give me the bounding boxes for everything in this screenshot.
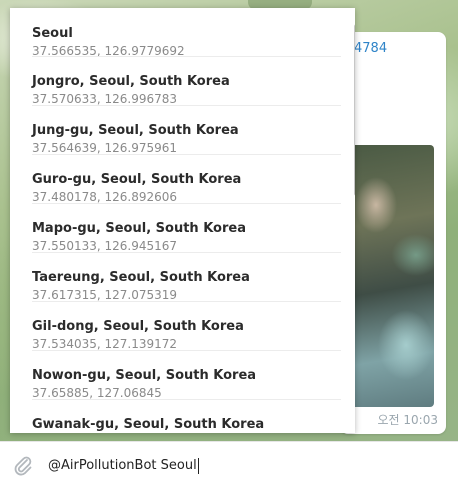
result-coords: 37.534035, 127.139172 [32,337,178,351]
result-item[interactable]: Gil-dong, Seoul, South Korea 37.534035, … [10,302,355,351]
message-timestamp: 오전 10:03 [377,413,438,427]
result-title: Jongro, Seoul, South Korea [32,74,230,89]
result-title: Gwanak-gu, Seoul, South Korea [32,417,265,432]
result-coords: 37.550133, 126.945167 [32,239,178,253]
result-item[interactable]: Guro-gu, Seoul, South Korea 37.480178, 1… [10,155,355,204]
message-input-text: @AirPollutionBot Seoul [48,458,197,473]
result-item[interactable]: Nowon-gu, Seoul, South Korea 37.65885, 1… [10,351,355,400]
result-title: Jung-gu, Seoul, South Korea [32,123,239,138]
result-item[interactable]: Taereung, Seoul, South Korea 37.617315, … [10,253,355,302]
inline-results-list: Seoul 37.566535, 126.9779692 Jongro, Seo… [10,8,355,433]
result-coords: 37.480178, 126.892606 [32,190,178,204]
inline-results-dropdown: Seoul 37.566535, 126.9779692 Jongro, Seo… [10,8,355,433]
result-title: Gil-dong, Seoul, South Korea [32,319,244,334]
attach-button[interactable] [10,453,36,479]
message-composer: @AirPollutionBot Seoul [0,441,458,489]
result-item[interactable]: Seoul 37.566535, 126.9779692 [10,8,355,58]
result-item[interactable]: Gwanak-gu, Seoul, South Korea [10,400,355,433]
message-photo[interactable] [346,145,434,407]
result-title: Taereung, Seoul, South Korea [32,270,250,285]
message-link[interactable]: 4784 [354,41,387,57]
result-coords: 37.570633, 126.996783 [32,92,178,106]
result-coords: 37.617315, 127.075319 [32,288,178,302]
result-coords: 37.564639, 126.975961 [32,141,178,155]
text-caret [197,457,199,474]
message-input[interactable]: @AirPollutionBot Seoul [48,442,448,489]
result-item[interactable]: Mapo-gu, Seoul, South Korea 37.550133, 1… [10,204,355,253]
paperclip-icon [14,456,32,476]
result-title: Seoul [32,26,73,41]
result-title: Nowon-gu, Seoul, South Korea [32,368,257,383]
results-scrollbar[interactable] [354,24,355,196]
result-item[interactable]: Jongro, Seoul, South Korea 37.570633, 12… [10,57,355,106]
chat-window: 4784 오전 10:03 Seoul 37.566535, 126.97796… [0,0,458,489]
result-coords: 37.65885, 127.06845 [32,386,162,400]
result-item[interactable]: Jung-gu, Seoul, South Korea 37.564639, 1… [10,106,355,155]
result-title: Guro-gu, Seoul, South Korea [32,172,242,187]
result-title: Mapo-gu, Seoul, South Korea [32,221,246,236]
